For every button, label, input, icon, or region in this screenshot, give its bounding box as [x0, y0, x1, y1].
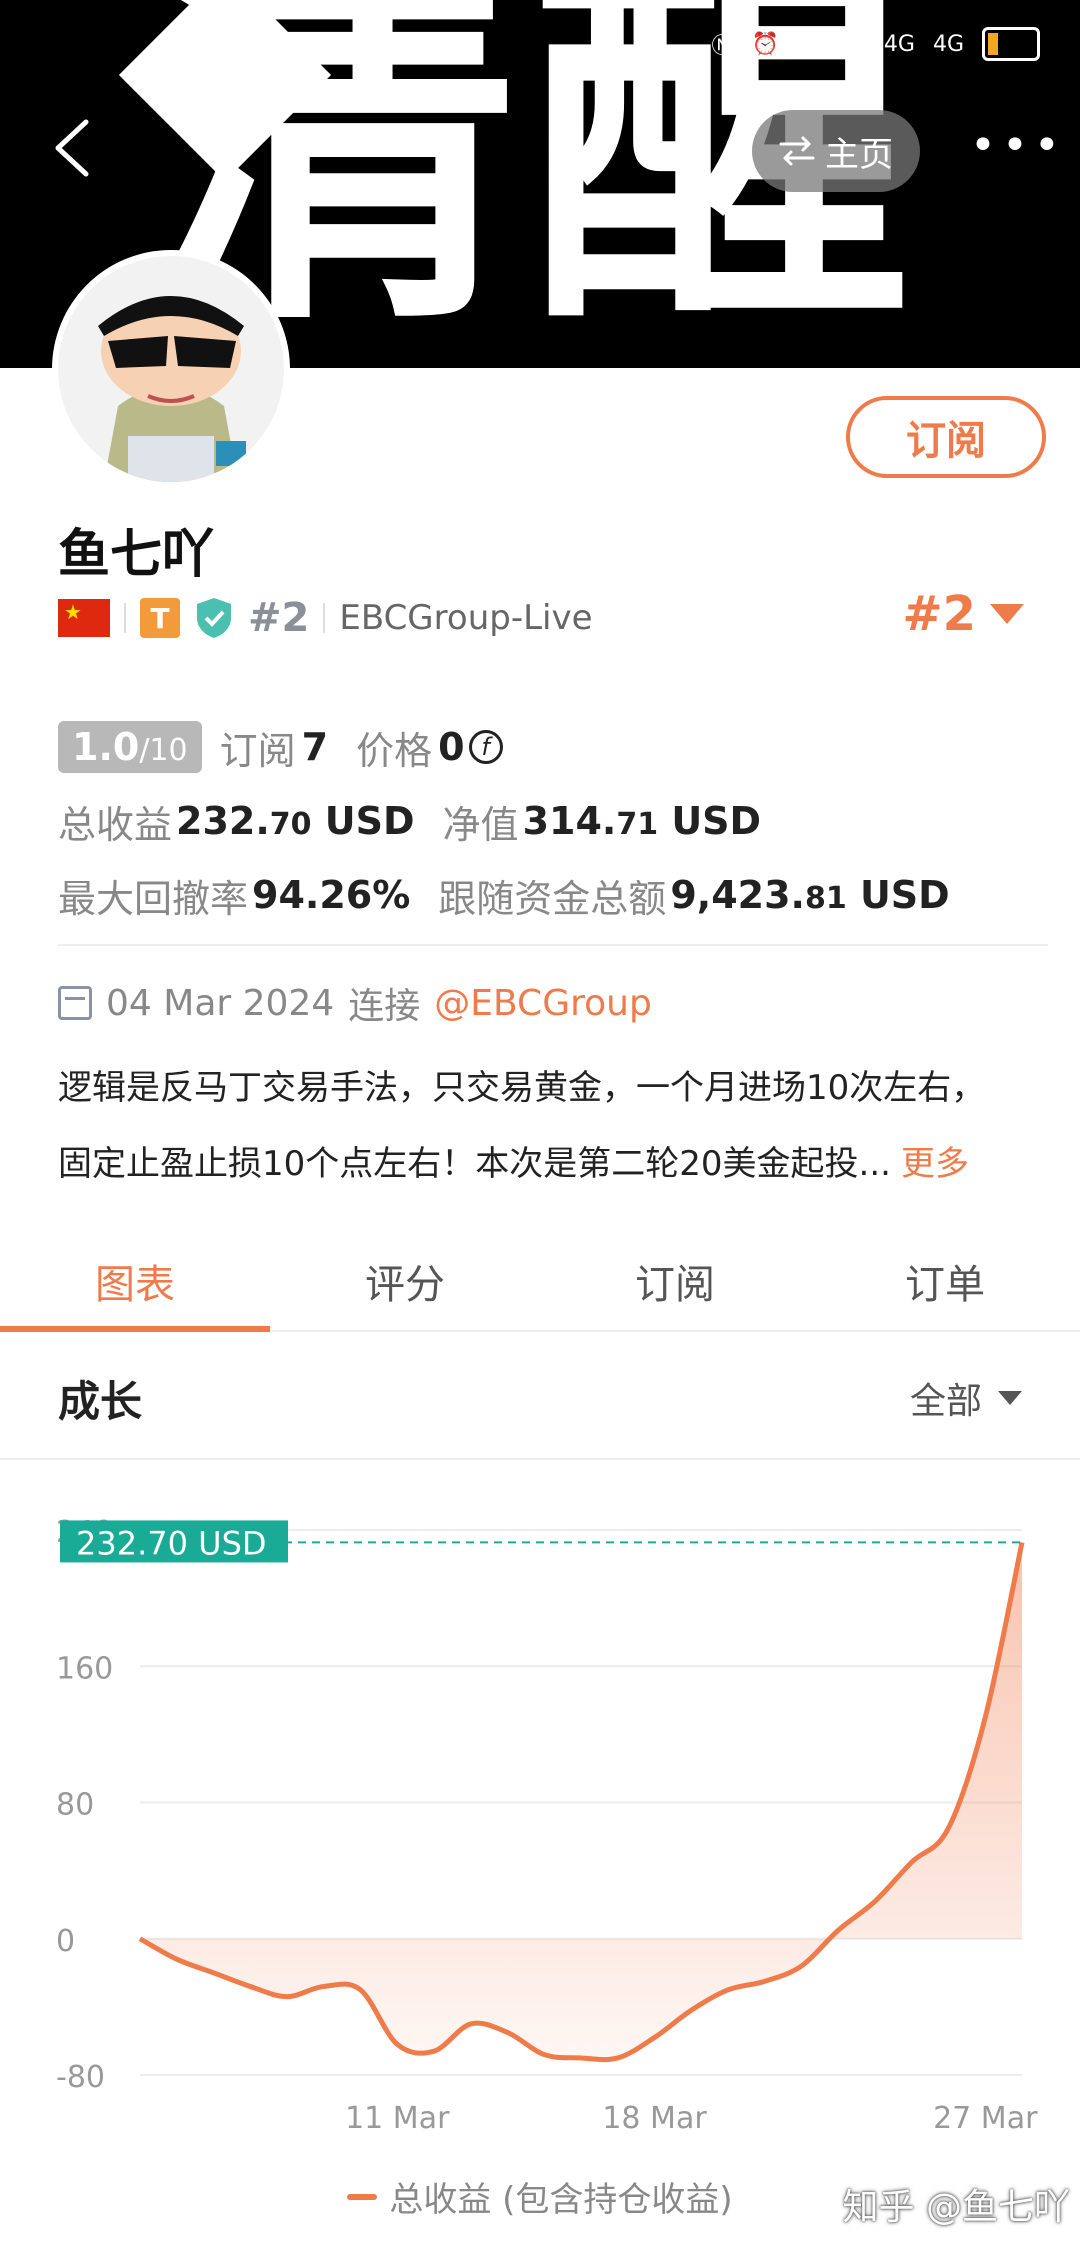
- back-button[interactable]: [50, 118, 94, 178]
- nfc-icon: Ⓝ: [711, 34, 734, 59]
- net-value-dec: 71: [616, 807, 659, 842]
- swap-icon: [779, 136, 815, 166]
- tab-subscriptions[interactable]: 订阅: [540, 1232, 810, 1330]
- divider: [124, 603, 126, 633]
- description-line-2: 固定止盈止损10个点左右！本次是第二轮20美金起投...: [58, 1144, 891, 1184]
- stats-panel: 1.0/10 订阅 7 价格 0 f 总收益 232.70 USD 净值 314.7…: [58, 710, 1038, 932]
- more-menu-button[interactable]: •••: [970, 120, 1066, 171]
- max-drawdown-value: 94.26%: [252, 873, 411, 917]
- score-max: /10: [139, 733, 188, 768]
- follow-funds-unit: USD: [859, 873, 950, 917]
- section-divider: [58, 944, 1048, 946]
- stats-row-1: 1.0/10 订阅 7 价格 0 f: [58, 710, 1038, 784]
- calendar-icon: [58, 986, 92, 1020]
- signal-icon: 4G: [883, 31, 915, 57]
- connection-row: 04 Mar 2024 连接 @EBCGroup: [58, 975, 652, 1031]
- range-filter-label: 全部: [909, 1381, 982, 1422]
- connection-date: 04 Mar 2024: [106, 982, 335, 1024]
- divider: [323, 603, 326, 633]
- follow-funds-int: 9,423.: [670, 873, 805, 917]
- y-tick-label: 0: [56, 1924, 75, 1959]
- signal-icon-2: 4G: [932, 31, 964, 57]
- home-button-label: 主页: [825, 134, 893, 175]
- follow-funds-label: 跟随资金总额: [438, 876, 667, 921]
- status-bar: Ⓝ ⏰ 57 B/s 4G 4G: [712, 14, 1040, 74]
- score-badge: 1.0/10: [58, 721, 202, 773]
- rank-dropdown[interactable]: #2: [902, 586, 1024, 642]
- net-speed: 57 B/s: [796, 31, 866, 57]
- read-more-link[interactable]: 更多: [901, 1144, 969, 1184]
- description-line-1: 逻辑是反马丁交易手法，只交易黄金，一个月进场10次左右，: [58, 1068, 986, 1108]
- price-label: 价格: [356, 728, 433, 773]
- tab-rating[interactable]: 评分: [270, 1232, 540, 1330]
- caret-down-icon: [998, 1391, 1022, 1405]
- tab-chart[interactable]: 图表: [0, 1232, 270, 1332]
- net-value-label: 净值: [442, 802, 519, 847]
- subscribe-count-label: 订阅: [219, 728, 296, 773]
- broker-link[interactable]: @EBCGroup: [434, 983, 652, 1024]
- rank-big-label: #2: [902, 586, 976, 642]
- range-filter-dropdown[interactable]: 全部: [910, 1372, 1022, 1424]
- more-dots-icon: •••: [970, 120, 1066, 171]
- username: 鱼七吖: [58, 525, 215, 585]
- follow-funds-dec: 81: [804, 881, 847, 916]
- x-tick-label: 18 Mar: [602, 2101, 707, 2136]
- growth-title: 成长: [58, 1377, 143, 1426]
- total-profit-int: 232.: [176, 799, 270, 843]
- total-profit-label: 总收益: [58, 802, 173, 847]
- x-tick-label: 11 Mar: [345, 2101, 450, 2136]
- zhihu-watermark: 知乎 @鱼七吖: [842, 2187, 1070, 2228]
- score-value: 1.0: [72, 725, 140, 769]
- strategy-description: 逻辑是反马丁交易手法，只交易黄金，一个月进场10次左右， 固定止盈止损10个点左…: [58, 1050, 1038, 1202]
- rank-small: #2: [248, 595, 310, 641]
- total-profit-dec: 70: [269, 807, 312, 842]
- avatar-cartoon-image: [58, 256, 284, 482]
- stats-row-3: 最大回撤率 94.26% 跟随资金总额 9,423.81 USD: [58, 858, 1038, 932]
- y-tick-label: 80: [56, 1788, 94, 1823]
- growth-header: 成长 全部: [0, 1332, 1080, 1460]
- coin-icon: f: [468, 730, 503, 764]
- y-tick-label: -80: [56, 2060, 105, 2095]
- max-drawdown-label: 最大回撤率: [58, 876, 249, 921]
- battery-icon: [982, 27, 1040, 61]
- tab-orders[interactable]: 订单: [810, 1232, 1080, 1330]
- x-tick-label: 27 Mar: [933, 2101, 1038, 2136]
- price-value: 0: [438, 725, 465, 769]
- home-button[interactable]: 主页: [752, 110, 920, 192]
- growth-chart: -80080160240232.70 USD11 Mar18 Mar27 Mar…: [0, 1460, 1080, 2244]
- total-profit-unit: USD: [324, 799, 415, 843]
- chevron-left-icon: [55, 119, 89, 177]
- trader-badge-icon: T: [140, 598, 180, 638]
- net-value-int: 314.: [522, 799, 617, 843]
- legend-label: 总收益 (包含持仓收益): [389, 2180, 733, 2220]
- profile-meta-row: T #2 EBCGroup-Live: [58, 594, 593, 642]
- avatar[interactable]: [58, 256, 284, 482]
- net-value-unit: USD: [671, 799, 762, 843]
- connection-label: 连接: [348, 986, 421, 1027]
- china-flag-icon: [58, 599, 110, 637]
- y-tick-label: 160: [56, 1651, 113, 1686]
- subscribe-count-value: 7: [301, 725, 329, 769]
- subscribe-button[interactable]: 订阅: [846, 396, 1046, 478]
- caret-down-icon: [990, 604, 1024, 624]
- area-fill: [140, 1542, 1022, 2060]
- server-name: EBCGroup-Live: [339, 598, 593, 638]
- tab-bar: 图表 评分 订阅 订单: [0, 1232, 1080, 1332]
- legend-line-swatch: [347, 2193, 378, 2200]
- growth-chart-svg: -80080160240232.70 USD11 Mar18 Mar27 Mar: [56, 1515, 1038, 2136]
- alarm-icon: ⏰: [751, 31, 779, 57]
- stats-row-2: 总收益 232.70 USD 净值 314.71 USD: [58, 784, 1038, 858]
- current-value-label: 232.70 USD: [76, 1524, 267, 1562]
- shield-check-icon: [197, 598, 231, 638]
